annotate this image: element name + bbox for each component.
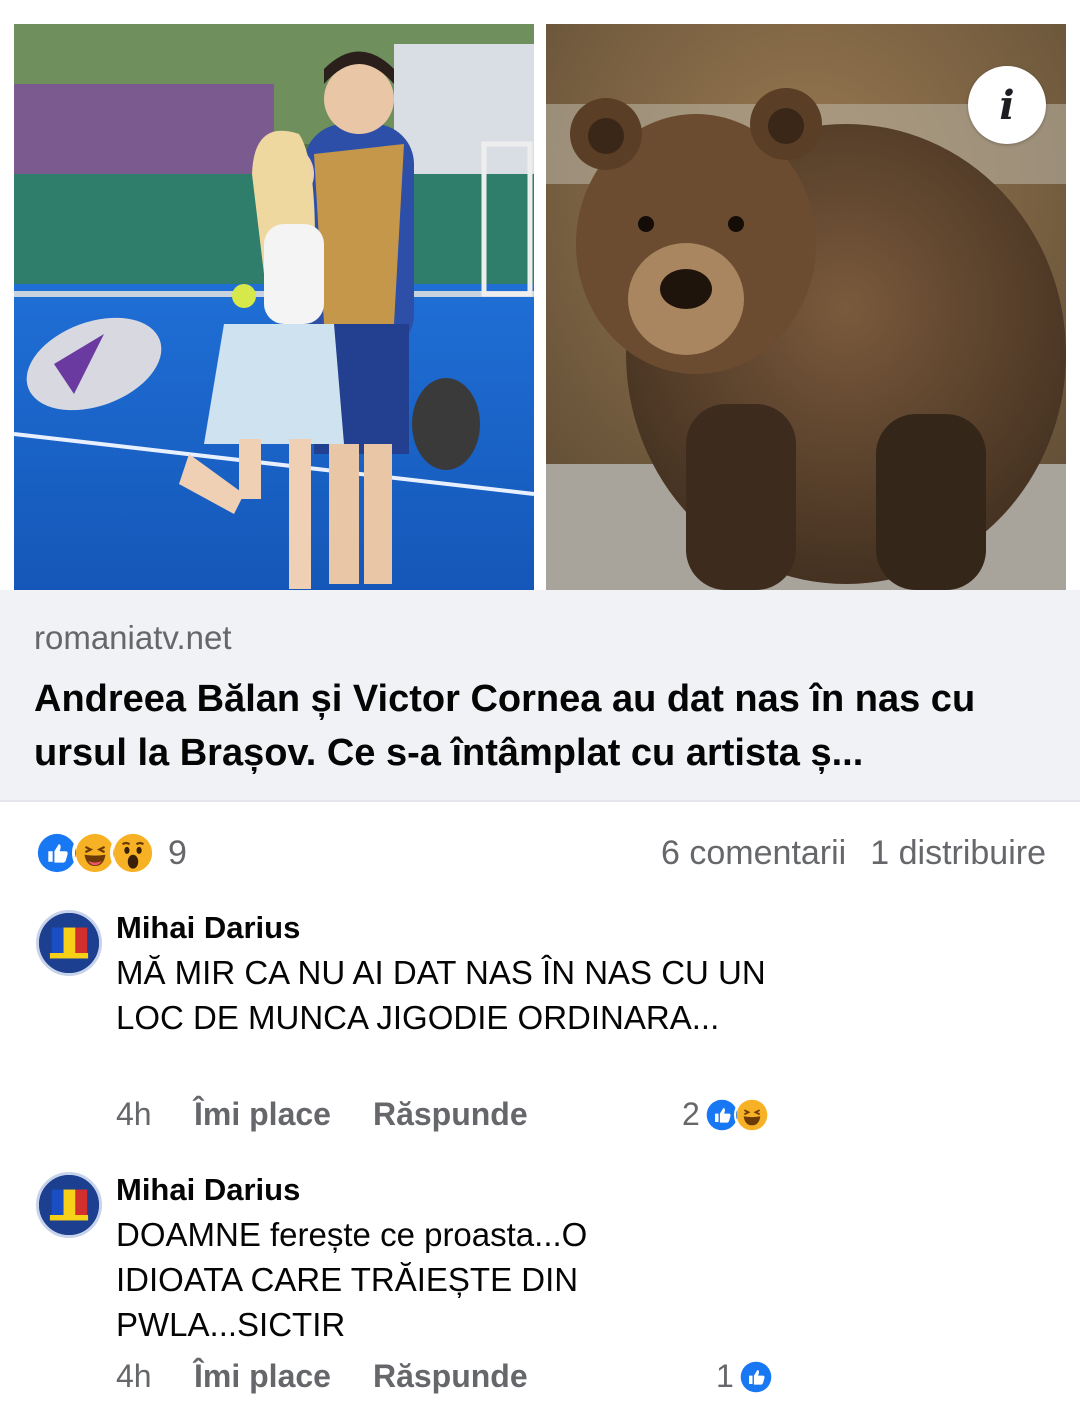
link-domain: romaniatv.net [34, 619, 232, 656]
info-icon[interactable]: i [968, 66, 1046, 144]
comment-actions: 4h Îmi place Răspunde [116, 1358, 570, 1395]
wow-icon [110, 830, 156, 876]
comment-reaction-count: 2 [682, 1096, 700, 1132]
comment-actions: 4h Îmi place Răspunde [116, 1096, 570, 1133]
avatar[interactable] [36, 910, 102, 976]
comment-body: Mihai Darius MĂ MIR CA NU AI DAT NAS ÎN … [116, 910, 816, 1040]
comment-reactions[interactable]: 2 [682, 1096, 770, 1133]
comment-author[interactable]: Mihai Darius [116, 1172, 816, 1208]
reply-comment-button[interactable]: Răspunde [373, 1358, 528, 1395]
like-comment-button[interactable]: Îmi place [194, 1358, 331, 1395]
comment-time: 4h [116, 1358, 152, 1394]
engagement-stats: 6 comentarii 1 distribuire [661, 834, 1046, 873]
top-strip [0, 0, 1080, 24]
comment: Mihai Darius MĂ MIR CA NU AI DAT NAS ÎN … [36, 910, 1036, 1140]
comment-reaction-count: 1 [716, 1358, 734, 1394]
comment-text: MĂ MIR CA NU AI DAT NAS ÎN NAS CU UN LOC… [116, 954, 766, 1036]
like-comment-button[interactable]: Îmi place [194, 1096, 331, 1133]
comment-reactions[interactable]: 1 [716, 1358, 774, 1395]
comment-time: 4h [116, 1096, 152, 1132]
reply-comment-button[interactable]: Răspunde [373, 1096, 528, 1133]
comment-author[interactable]: Mihai Darius [116, 910, 816, 946]
romania-flag-avatar [39, 1175, 99, 1235]
haha-icon [733, 1096, 770, 1133]
avatar[interactable] [36, 1172, 102, 1238]
post-image-couple[interactable] [14, 24, 534, 590]
comments-count-link[interactable]: 6 comentarii [661, 834, 846, 873]
couple-photo-illustration [14, 24, 534, 590]
comment-body: Mihai Darius DOAMNE ferește ce proasta..… [116, 1172, 816, 1347]
reaction-count: 9 [168, 833, 187, 872]
reaction-icons [34, 830, 156, 876]
shares-count-link[interactable]: 1 distribuire [870, 834, 1046, 873]
like-icon [737, 1358, 774, 1395]
comment: Mihai Darius DOAMNE ferește ce proasta..… [36, 1172, 1036, 1402]
link-preview[interactable]: romaniatv.net Andreea Bălan și Victor Co… [0, 590, 1080, 802]
reactions-summary[interactable]: 9 [34, 830, 187, 876]
comment-text: DOAMNE ferește ce proasta...O IDIOATA CA… [116, 1216, 588, 1343]
link-title: Andreea Bălan și Victor Cornea au dat na… [34, 678, 976, 774]
romania-flag-avatar [39, 913, 99, 973]
reactions-bar: 9 6 comentarii 1 distribuire [34, 826, 1046, 880]
